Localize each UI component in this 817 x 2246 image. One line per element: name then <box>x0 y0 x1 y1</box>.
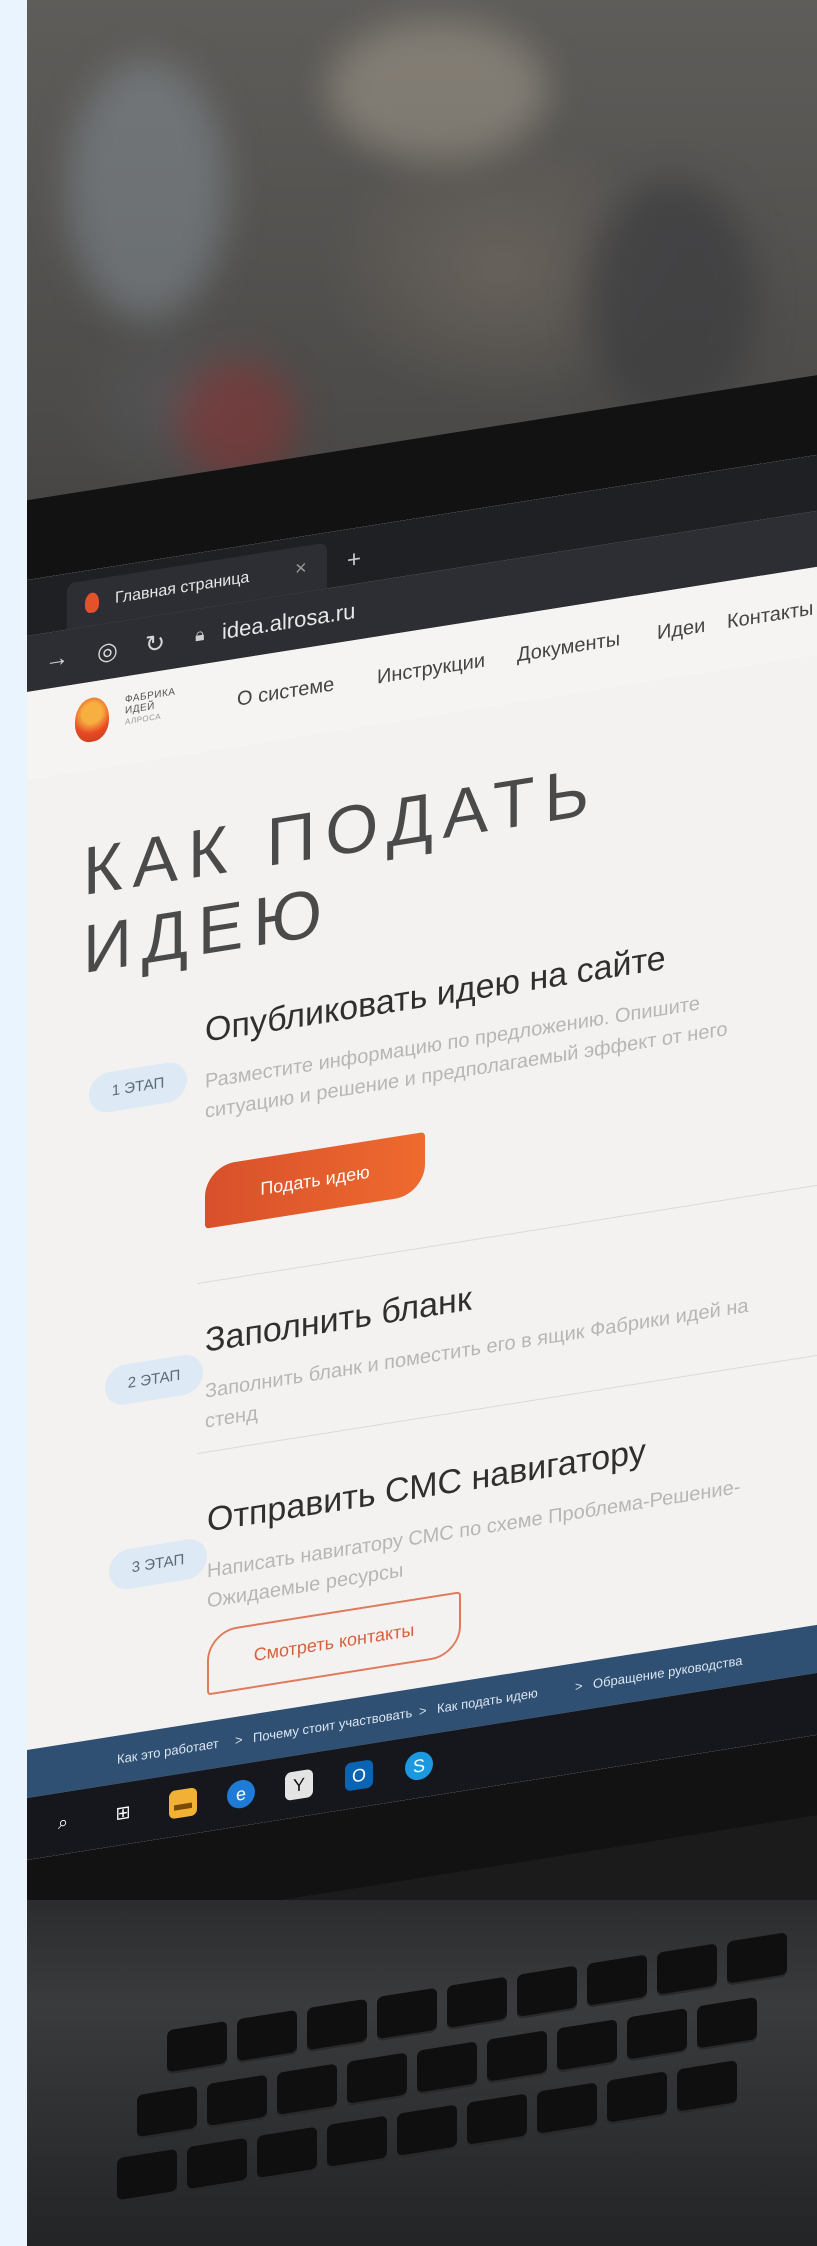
yandex-icon[interactable]: Y <box>285 1768 313 1802</box>
nav-item-contacts[interactable]: Контакты <box>727 597 813 634</box>
keyboard-key <box>607 2071 667 2125</box>
keyboard-key <box>307 1998 367 2053</box>
photo-background: Главная страница × + → ◎ ↻ 🔒︎ idea.alros… <box>27 0 817 2246</box>
favicon-icon <box>85 591 99 614</box>
nav-item-instructions[interactable]: Инструкции <box>377 649 485 689</box>
stage-badge: 1 ЭТАП <box>89 1059 187 1116</box>
file-explorer-icon[interactable]: ▬ <box>169 1787 197 1820</box>
laptop-keyboard <box>27 1900 817 2246</box>
keyboard-key <box>627 2008 687 2062</box>
keyboard-key <box>447 1976 507 2031</box>
keyboard-key <box>697 1996 757 2051</box>
background-bokeh <box>327 20 547 160</box>
keyboard-key <box>657 1943 717 1997</box>
keyboard-key <box>377 1987 437 2042</box>
keyboard-key <box>327 2115 387 2170</box>
keyboard-key <box>347 2052 407 2106</box>
breadcrumb-separator: > <box>419 1702 427 1719</box>
stage-badge: 2 ЭТАП <box>105 1352 203 1408</box>
new-tab-icon[interactable]: + <box>347 545 361 575</box>
keyboard-key <box>257 2126 317 2181</box>
forward-icon[interactable]: → <box>45 643 69 675</box>
breadcrumb-separator: > <box>575 1678 583 1695</box>
tab-title: Главная страница <box>115 568 250 608</box>
laptop-screen: Главная страница × + → ◎ ↻ 🔒︎ idea.alros… <box>27 448 817 1861</box>
keyboard-key <box>207 2074 267 2129</box>
shield-icon[interactable]: ◎ <box>97 636 118 668</box>
breadcrumb-item[interactable]: Как подать идею <box>437 1685 538 1716</box>
breadcrumb-separator: > <box>235 1731 243 1749</box>
keyboard-key <box>537 2082 597 2136</box>
keyboard-key <box>137 2085 197 2140</box>
keyboard-key <box>467 2093 527 2147</box>
search-icon[interactable]: ⌕ <box>49 1806 77 1838</box>
nav-item-ideas[interactable]: Идеи <box>657 615 705 646</box>
lock-icon: 🔒︎ <box>195 623 205 646</box>
breadcrumb-item[interactable]: Как это работает <box>117 1736 219 1767</box>
edge-icon[interactable]: e <box>227 1777 255 1811</box>
keyboard-key <box>727 1932 787 1986</box>
task-view-icon[interactable]: ⊞ <box>109 1797 137 1829</box>
keyboard-key <box>587 1954 647 2008</box>
breadcrumb-item[interactable]: Обращение руководства <box>593 1653 742 1692</box>
background-bokeh <box>67 60 227 320</box>
logo-icon[interactable] <box>75 695 109 745</box>
stage-badge: 3 ЭТАП <box>109 1536 207 1593</box>
keyboard-key <box>517 1965 577 2019</box>
breadcrumb-item[interactable]: Почему стоит участвовать <box>253 1705 412 1745</box>
logo-text: ФАБРИКА ИДЕЙ АЛРОСА <box>125 686 175 727</box>
keyboard-key <box>557 2019 617 2073</box>
keyboard-key <box>417 2041 477 2095</box>
nav-item-documents[interactable]: Документы <box>517 628 620 667</box>
outlook-icon[interactable]: O <box>345 1759 373 1792</box>
reload-icon[interactable]: ↻ <box>145 628 165 660</box>
keyboard-key <box>487 2030 547 2084</box>
url-field[interactable]: idea.alrosa.ru <box>222 598 355 645</box>
keyboard-key <box>237 2009 297 2064</box>
close-icon[interactable]: × <box>295 557 307 582</box>
keyboard-key <box>397 2104 457 2158</box>
keyboard-key <box>167 2020 227 2075</box>
keyboard-key <box>187 2137 247 2192</box>
nav-item-about[interactable]: О системе <box>237 673 334 711</box>
skype-icon[interactable]: S <box>405 1749 433 1783</box>
submit-idea-button[interactable]: Подать идею <box>205 1131 425 1229</box>
background-bokeh <box>587 180 757 420</box>
keyboard-key <box>677 2060 737 2114</box>
keyboard-key <box>277 2063 337 2117</box>
keyboard-key <box>117 2148 177 2203</box>
